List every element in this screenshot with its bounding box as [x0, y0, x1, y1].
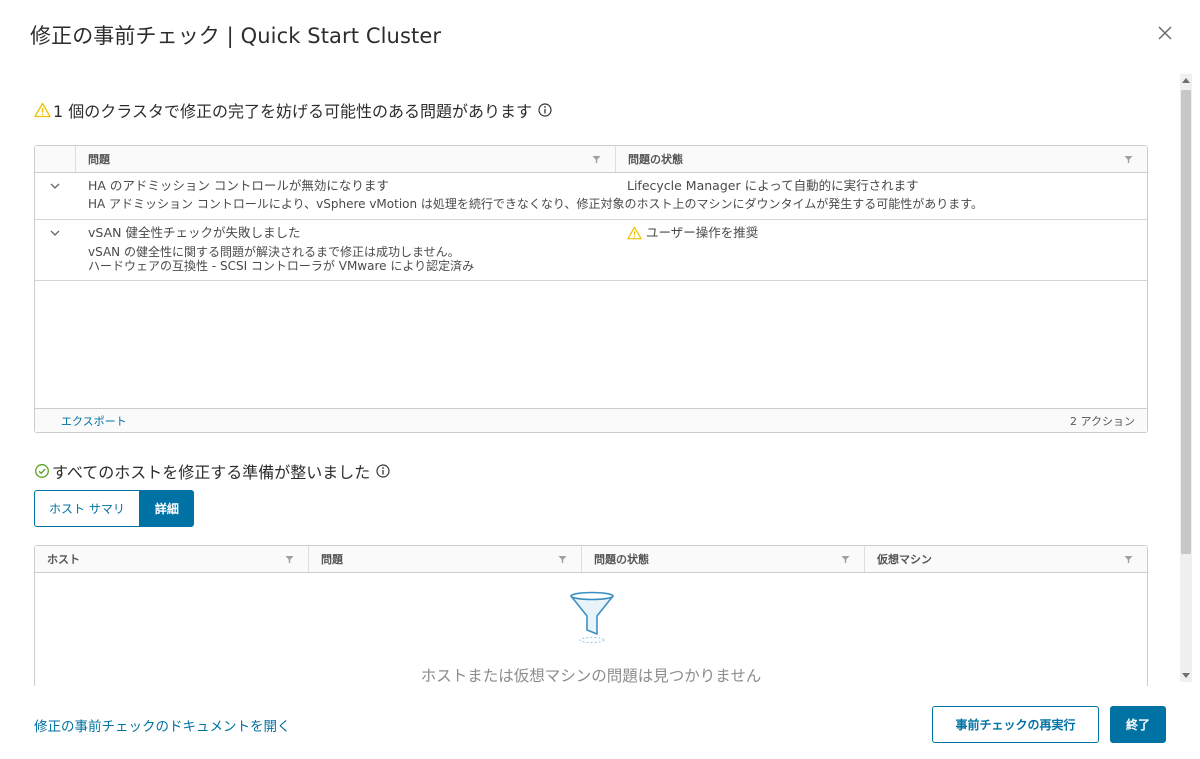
issue-name: HA のアドミッション コントロールが無効になります: [88, 178, 389, 193]
dialog-footer: 修正の事前チェックのドキュメントを開く 事前チェックの再実行 終了: [0, 686, 1200, 759]
filter-icon[interactable]: [1124, 155, 1133, 164]
issue-detail: ハードウェアの互換性 - SCSI コントローラが VMware により認定済み: [88, 259, 475, 273]
column-header-issue[interactable]: 問題: [75, 146, 615, 172]
hosts-ready-heading-text: すべてのホストを修正する準備が整いました: [52, 463, 371, 482]
dialog-title: 修正の事前チェック | Quick Start Cluster: [30, 24, 442, 48]
chevron-down-icon[interactable]: [49, 180, 61, 192]
expander-column-header: [35, 146, 75, 172]
warning-icon: [627, 226, 642, 239]
issue-state: Lifecycle Manager によって自動的に実行されます: [627, 178, 919, 193]
rerun-precheck-button[interactable]: 事前チェックの再実行: [932, 706, 1099, 743]
warning-icon: [34, 102, 51, 118]
empty-state-message: ホストまたは仮想マシンの問題は見つかりません: [420, 667, 762, 685]
close-icon: [1158, 26, 1172, 40]
scrollbar[interactable]: [1180, 74, 1192, 682]
tab-details[interactable]: 詳細: [139, 490, 194, 527]
cluster-issues-heading-text: 1 個のクラスタで修正の完了を妨げる可能性のある問題があります: [53, 102, 532, 121]
cluster-issues-heading: 1 個のクラスタで修正の完了を妨げる可能性のある問題があります: [34, 98, 552, 122]
scroll-up-icon[interactable]: [1182, 78, 1190, 83]
actions-count: 2 アクション: [1070, 414, 1135, 428]
info-icon[interactable]: [538, 103, 552, 117]
filter-icon[interactable]: [558, 555, 567, 564]
grid-footer: エクスポート 2 アクション: [35, 408, 1147, 432]
filter-icon[interactable]: [285, 555, 294, 564]
scrollbar-thumb[interactable]: [1181, 90, 1191, 554]
column-header-host[interactable]: ホスト: [35, 546, 308, 572]
check-circle-icon: [35, 464, 49, 478]
issue-detail: HA アドミッション コントロールにより、vSphere vMotion は処理…: [88, 197, 984, 211]
cluster-issues-grid: 問題 問題の状態 HA のアドミッション コントロールが無効になります Life…: [34, 145, 1148, 433]
chevron-down-icon[interactable]: [49, 227, 61, 239]
issue-detail: vSAN の健全性に関する問題が解決されるまで修正は成功しません。: [88, 245, 460, 259]
close-button[interactable]: [1154, 22, 1176, 44]
table-row[interactable]: HA のアドミッション コントロールが無効になります Lifecycle Man…: [35, 173, 1147, 220]
column-header-issue-state[interactable]: 問題の状態: [615, 146, 1147, 172]
grid-header: 問題 問題の状態: [35, 146, 1147, 173]
precheck-docs-link[interactable]: 修正の事前チェックのドキュメントを開く: [34, 715, 291, 735]
filter-icon[interactable]: [1124, 555, 1133, 564]
column-header-issue-state[interactable]: 問題の状態: [581, 546, 864, 572]
filter-icon[interactable]: [592, 155, 601, 164]
grid-header: ホスト 問題 問題の状態 仮想マシン: [35, 546, 1147, 573]
empty-filter-icon: [570, 591, 614, 643]
tab-host-summary[interactable]: ホスト サマリ: [34, 490, 140, 527]
column-header-issue[interactable]: 問題: [308, 546, 581, 572]
hosts-ready-heading: すべてのホストを修正する準備が整いました: [34, 459, 390, 483]
view-toggle: ホスト サマリ 詳細: [34, 490, 194, 527]
scroll-down-icon[interactable]: [1182, 673, 1190, 678]
info-icon[interactable]: [376, 464, 390, 478]
export-link[interactable]: エクスポート: [61, 413, 127, 429]
filter-icon[interactable]: [841, 555, 850, 564]
table-row[interactable]: vSAN 健全性チェックが失敗しました ユーザー操作を推奨 vSAN の健全性に…: [35, 220, 1147, 281]
issue-name: vSAN 健全性チェックが失敗しました: [88, 225, 301, 240]
finish-button[interactable]: 終了: [1110, 706, 1166, 743]
issue-state: ユーザー操作を推奨: [627, 225, 758, 240]
column-header-vms[interactable]: 仮想マシン: [864, 546, 1147, 572]
